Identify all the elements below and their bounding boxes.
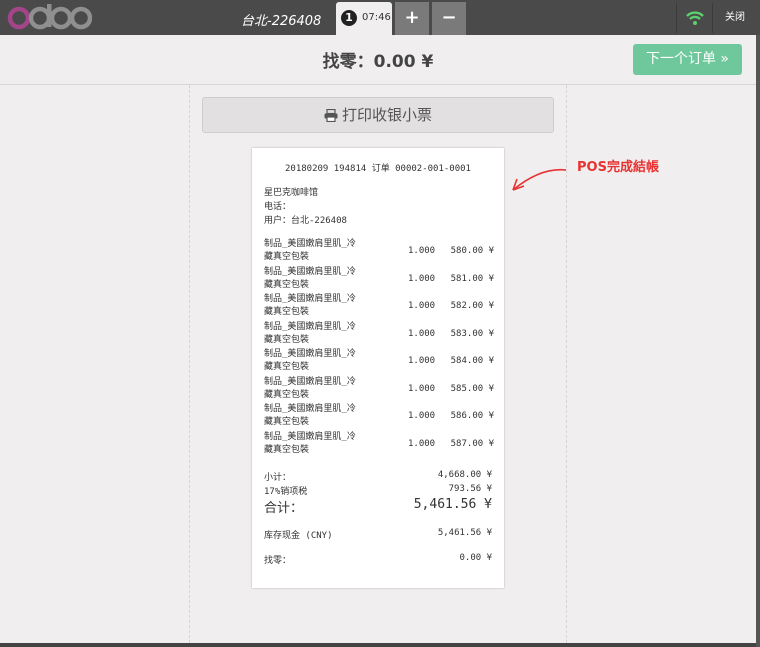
receipt-line: 制品_美國嫩肩里肌_冷 藏真空包裝 1.000 582.00 ¥	[264, 293, 494, 321]
receipt: 20180209 194814 订单 00002-001-0001 星巴克咖啡馆…	[252, 148, 504, 588]
product-name-line2: 藏真空包裝	[264, 334, 310, 345]
product-name-line1: 制品_美國嫩肩里肌_冷	[264, 294, 356, 304]
product-name-line1: 制品_美國嫩肩里肌_冷	[264, 431, 356, 442]
receipt-line: 制品_美國嫩肩里肌_冷 藏真空包裝 1.000 580.00 ¥	[264, 238, 494, 266]
subtotal-label: 小计：	[264, 473, 292, 483]
cash-label: 库存现金 (CNY)	[264, 531, 333, 541]
print-receipt-button[interactable]: 打印收银小票	[202, 97, 554, 133]
product-name: 制品_美國嫩肩里肌_冷 藏真空包裝	[264, 321, 384, 347]
product-name-line1: 制品_美國嫩肩里肌_冷	[264, 266, 356, 277]
order-number-badge: 1	[341, 10, 357, 26]
shop-name: 台北-226408	[241, 14, 322, 29]
product-price: 583.00 ¥	[450, 328, 494, 339]
product-qty: 1.000	[408, 301, 436, 311]
left-column-divider	[189, 85, 190, 643]
annotation-arrow-icon	[512, 168, 567, 191]
total-value: 5,461.56 ¥	[413, 497, 492, 512]
receipt-line: 制品_美國嫩肩里肌_冷 藏真空包裝 1.000 584.00 ¥	[264, 348, 494, 376]
annotation-label: POS完成結帳	[577, 160, 659, 175]
receipt-line: 制品_美國嫩肩里肌_冷 藏真空包裝 1.000 587.00 ¥	[264, 431, 494, 459]
receipt-lines: 制品_美國嫩肩里肌_冷 藏真空包裝 1.000 580.00 ¥ 制品_美國嫩肩里肌_冷…	[264, 238, 494, 458]
product-price: 581.00 ¥	[450, 273, 494, 284]
product-name-line2: 藏真空包裝	[264, 362, 310, 372]
receipt-line: 制品_美國嫩肩里肌_冷 藏真空包裝 1.000 581.00 ¥	[264, 266, 494, 294]
product-price: 586.00 ¥	[450, 411, 494, 421]
change-header: 找零：0.00 ¥ 下一个订单 »	[0, 35, 756, 85]
product-name-line2: 藏真空包裝	[264, 307, 310, 317]
receipt-line: 制品_美國嫩肩里肌_冷 藏真空包裝 1.000 583.00 ¥	[264, 321, 494, 349]
product-name-line1: 制品_美國嫩肩里肌_冷	[264, 349, 356, 359]
product-qty: 1.000	[408, 356, 436, 366]
receipt-shop-info: 星巴克咖啡馆 电话： 用户：台北-226408	[264, 186, 347, 228]
next-order-button[interactable]: 下一个订单 »	[633, 44, 742, 75]
receipt-change-label: 找零：	[264, 556, 292, 566]
product-name-line2: 藏真空包裝	[264, 444, 310, 455]
product-qty: 1.000	[408, 246, 436, 256]
product-price: 585.00 ¥	[450, 383, 494, 394]
product-price: 582.00 ¥	[450, 301, 494, 311]
product-name: 制品_美國嫩肩里肌_冷 藏真空包裝	[264, 238, 384, 264]
add-order-button[interactable]: +	[395, 2, 429, 35]
remove-order-button[interactable]: −	[432, 2, 466, 35]
top-bar: 台北-226408 1 07:46 + − 关闭	[0, 0, 760, 35]
receipt-line: 制品_美國嫩肩里肌_冷 藏真空包裝 1.000 586.00 ¥	[264, 403, 494, 431]
product-name-line1: 制品_美國嫩肩里肌_冷	[264, 376, 356, 387]
product-name-line2: 藏真空包裝	[264, 279, 310, 290]
product-qty: 1.000	[408, 383, 436, 394]
print-receipt-label: 打印收银小票	[341, 106, 432, 124]
subtotal-value: 4,668.00 ¥	[437, 470, 492, 480]
product-name-line1: 制品_美國嫩肩里肌_冷	[264, 404, 356, 414]
tax-label: 17%销项税	[264, 487, 308, 497]
printer-icon	[324, 108, 338, 123]
product-name: 制品_美國嫩肩里肌_冷 藏真空包裝	[264, 348, 384, 374]
product-name-line2: 藏真空包裝	[264, 417, 310, 427]
order-tab[interactable]: 1 07:46	[336, 2, 392, 35]
receipt-phone: 电话：	[264, 202, 292, 212]
product-qty: 1.000	[408, 411, 436, 421]
receipt-change-value: 0.00 ¥	[459, 553, 492, 563]
product-price: 584.00 ¥	[450, 356, 494, 366]
product-qty: 1.000	[408, 328, 436, 339]
product-name-line2: 藏真空包裝	[264, 252, 310, 262]
total-label: 合计：	[264, 501, 304, 516]
cash-value: 5,461.56 ¥	[437, 528, 492, 538]
receipt-header: 20180209 194814 订单 00002-001-0001	[285, 164, 471, 174]
receipt-user: 用户：台北-226408	[264, 216, 347, 226]
receipt-line: 制品_美國嫩肩里肌_冷 藏真空包裝 1.000 585.00 ¥	[264, 376, 494, 404]
product-name-line2: 藏真空包裝	[264, 389, 310, 400]
product-qty: 1.000	[408, 273, 436, 284]
product-price: 587.00 ¥	[450, 438, 494, 449]
wifi-icon[interactable]	[676, 3, 713, 33]
tax-value: 793.56 ¥	[448, 484, 492, 494]
product-name: 制品_美國嫩肩里肌_冷 藏真空包裝	[264, 266, 384, 292]
scrollbar[interactable]	[756, 35, 760, 647]
product-name-line1: 制品_美國嫩肩里肌_冷	[264, 321, 356, 332]
product-name: 制品_美國嫩肩里肌_冷 藏真空包裝	[264, 431, 384, 457]
order-time: 07:46	[362, 12, 391, 23]
odoo-logo	[7, 4, 92, 30]
product-qty: 1.000	[408, 438, 436, 449]
product-name: 制品_美國嫩肩里肌_冷 藏真空包裝	[264, 293, 384, 319]
product-name: 制品_美國嫩肩里肌_冷 藏真空包裝	[264, 403, 384, 429]
payment-screen: 找零：0.00 ¥ 下一个订单 » 打印收银小票 20180209 194814…	[0, 35, 756, 643]
close-button[interactable]: 关闭	[712, 3, 757, 33]
receipt-shop-name: 星巴克咖啡馆	[264, 188, 319, 198]
product-price: 580.00 ¥	[450, 246, 494, 256]
product-name-line1: 制品_美國嫩肩里肌_冷	[264, 239, 356, 249]
product-name: 制品_美國嫩肩里肌_冷 藏真空包裝	[264, 376, 384, 402]
